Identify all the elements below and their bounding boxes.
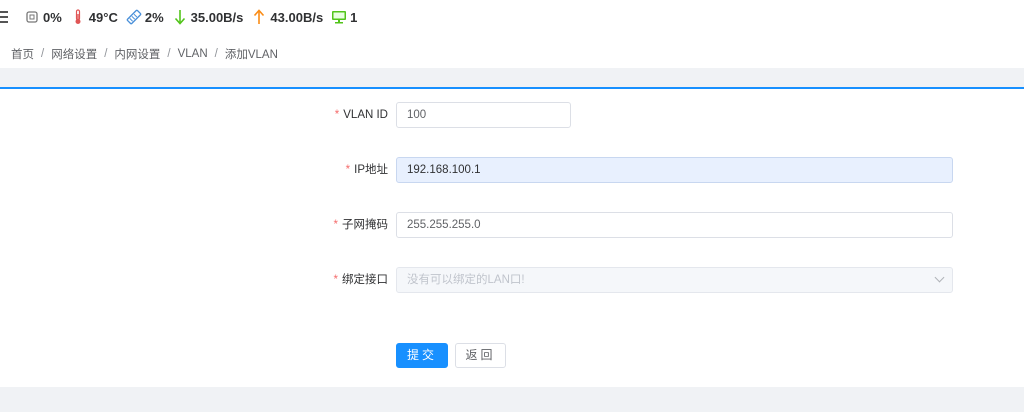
required-mark: * [345,164,351,176]
upload-value: 43.00B/s [270,9,324,25]
memory-status: 2% [126,9,164,25]
status-bar: 0% 49°C 2% 35.00B/s 43.00B/s 1 [0,0,1024,34]
breadcrumb: 首页 / 网络设置 / 内网设置 / VLAN / 添加VLAN [11,46,278,62]
breadcrumb-lan-settings[interactable]: 内网设置 [114,46,160,62]
breadcrumb-separator: / [214,48,218,60]
memory-icon [126,9,142,25]
download-status: 35.00B/s [172,9,244,25]
ip-label: * IP地址 [345,164,388,176]
required-mark: * [333,219,338,231]
vlan-id-row: * VLAN ID 100 [0,102,1024,128]
netmask-row: * 子网掩码 255.255.255.0 [0,212,1024,238]
netmask-label: * 子网掩码 [333,219,388,231]
breadcrumb-vlan[interactable]: VLAN [178,48,208,60]
breadcrumb-network-settings[interactable]: 网络设置 [51,46,97,62]
bind-interface-label: * 绑定接口 [333,274,388,286]
breadcrumb-separator: / [104,48,108,60]
header-divider-band [0,68,1024,87]
submit-button[interactable]: 提交 [396,343,448,368]
temperature-status: 49°C [70,9,118,25]
cpu-status: 0% [24,9,62,25]
arrow-down-icon [172,9,188,25]
breadcrumb-add-vlan: 添加VLAN [224,49,278,61]
netmask-input[interactable]: 255.255.255.0 [396,212,953,238]
chevron-down-icon [934,272,945,283]
bind-interface-select[interactable]: 没有可以绑定的LAN口! [396,267,953,293]
add-vlan-form: * VLAN ID 100 * IP地址 192.168.100.1 * 子网掩码 2… [0,89,1024,387]
back-button[interactable]: 返回 [455,343,506,368]
clients-value: 1 [350,9,358,25]
cpu-icon [24,9,40,25]
required-mark: * [334,109,340,121]
memory-value: 2% [144,9,164,25]
vlan-id-label: * VLAN ID [334,109,388,121]
footer-band [0,387,1024,412]
ip-row: * IP地址 192.168.100.1 [0,157,1024,183]
thermometer-icon [70,9,86,25]
temperature-value: 49°C [88,9,118,25]
download-value: 35.00B/s [190,9,244,25]
clients-status: 1 [331,9,357,25]
monitor-icon [331,9,347,25]
breadcrumb-home[interactable]: 首页 [11,46,34,62]
cpu-value: 0% [43,9,62,25]
breadcrumb-separator: / [41,48,45,60]
arrow-up-icon [251,9,267,25]
breadcrumb-separator: / [167,48,171,60]
upload-status: 43.00B/s [251,9,323,25]
required-mark: * [333,274,338,286]
ip-address-input[interactable]: 192.168.100.1 [396,157,953,183]
vlan-id-input[interactable]: 100 [396,102,571,128]
menu-toggle-icon[interactable] [0,11,12,23]
bind-interface-row: * 绑定接口 没有可以绑定的LAN口! [0,267,1024,293]
